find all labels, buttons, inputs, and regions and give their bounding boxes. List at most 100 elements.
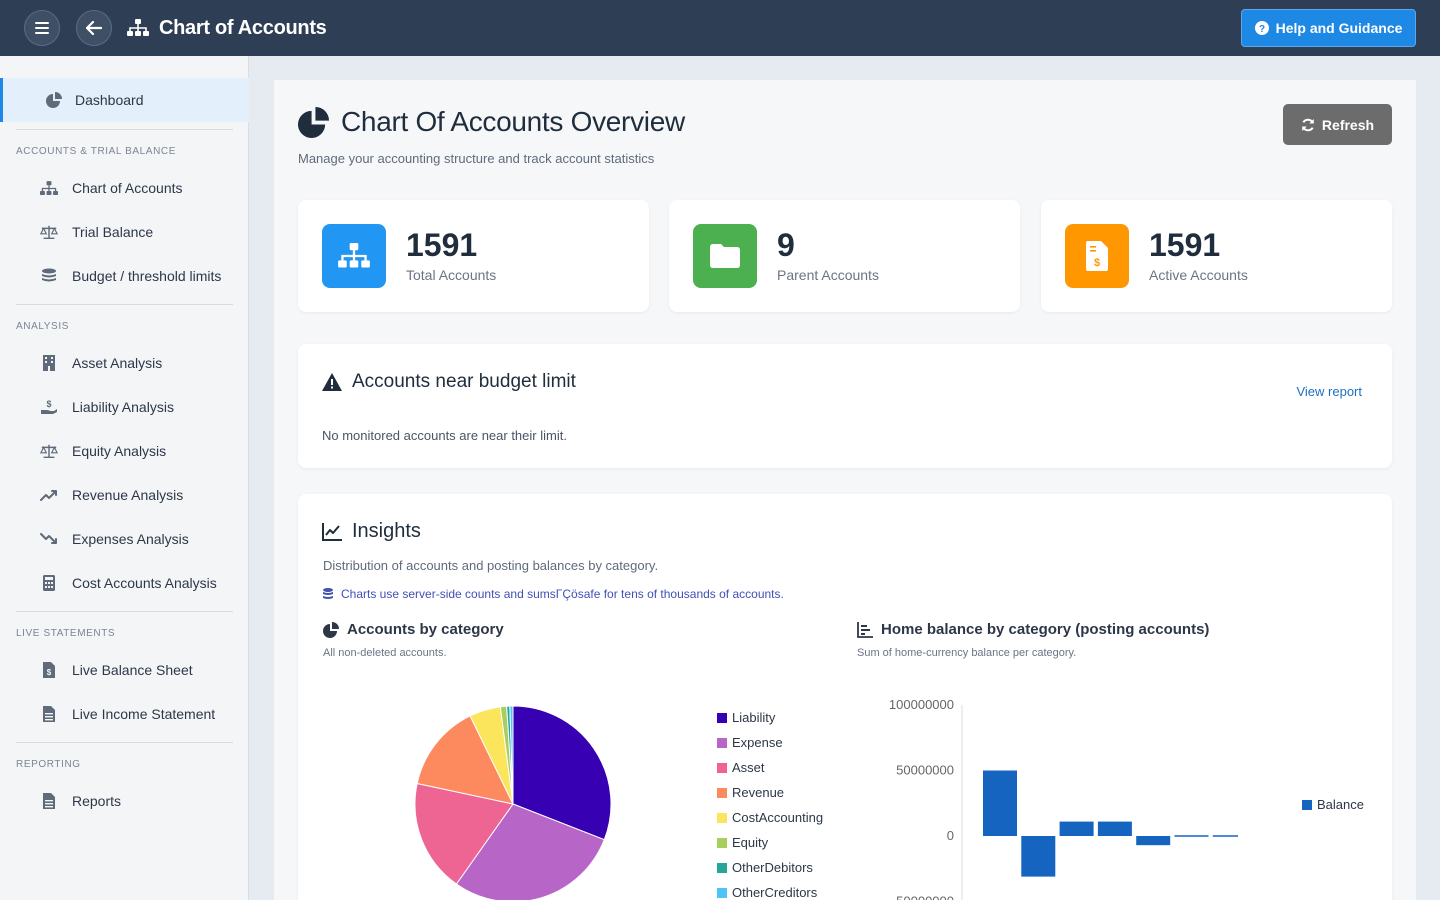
- sidebar-item-reports[interactable]: Reports: [0, 779, 249, 823]
- chart-pie-icon: [298, 106, 329, 138]
- sidebar-item-label: Budget / threshold limits: [72, 268, 222, 284]
- y-tick-label: -50000000: [892, 894, 954, 900]
- sidebar-item-expenses-analysis[interactable]: Expenses Analysis: [0, 517, 249, 561]
- sidebar-section-title: ANALYSIS: [16, 321, 69, 332]
- pie-legend-item[interactable]: Asset: [717, 760, 765, 775]
- pie-legend-item[interactable]: Equity: [717, 835, 768, 850]
- budget-limit-card: Accounts near budget limit View report N…: [298, 344, 1392, 468]
- sync-icon: [1302, 118, 1314, 131]
- legend-swatch: [717, 837, 727, 848]
- view-report-link[interactable]: View report: [1296, 384, 1362, 399]
- refresh-button[interactable]: Refresh: [1283, 104, 1392, 145]
- pie-legend-item[interactable]: Liability: [717, 710, 775, 725]
- file-lines-icon: [40, 792, 58, 810]
- bar-legend-item: Balance: [1302, 797, 1364, 812]
- stat-value: 9: [777, 227, 795, 263]
- stat-card-parent-accounts: 9 Parent Accounts: [669, 200, 1020, 312]
- y-tick-label: 0: [947, 828, 954, 843]
- sidebar: Dashboard ACCOUNTS & TRIAL BALANCE Chart…: [0, 56, 249, 900]
- sidebar-item-label: Reports: [72, 793, 122, 809]
- question-circle-icon: ?: [1254, 21, 1269, 35]
- legend-label: Balance: [1317, 797, 1364, 812]
- chart-line-up-icon: [40, 486, 58, 504]
- sidebar-item-live-income-statement[interactable]: Live Income Statement: [0, 692, 249, 736]
- svg-text:$: $: [47, 668, 52, 677]
- legend-swatch: [717, 812, 727, 823]
- stat-icon-box: $: [1065, 224, 1129, 288]
- balance-scale-icon: [40, 223, 58, 241]
- pie-legend-item[interactable]: OtherDebitors: [717, 860, 813, 875]
- insights-title-group: Insights: [322, 520, 421, 543]
- pie-legend-item[interactable]: Revenue: [717, 785, 784, 800]
- refresh-button-label: Refresh: [1321, 116, 1375, 133]
- sidebar-item-revenue-analysis[interactable]: Revenue Analysis: [0, 473, 249, 517]
- legend-label: OtherDebitors: [732, 860, 813, 875]
- stat-card-active-accounts: $ 1591 Active Accounts: [1041, 200, 1392, 312]
- bar-chart: 100000000 50000000 0 -50000000: [889, 697, 1238, 900]
- sidebar-section-title: LIVE STATEMENTS: [16, 628, 116, 639]
- sidebar-divider: [16, 129, 233, 130]
- stat-label: Total Accounts: [406, 267, 497, 283]
- bar-2[interactable]: [1021, 836, 1056, 877]
- sidebar-divider: [16, 611, 233, 612]
- legend-label: Revenue: [732, 785, 785, 800]
- chart-pie-icon: [45, 91, 63, 109]
- pie-chart-title-group: Accounts by category: [323, 621, 504, 638]
- balance-scale-icon: [40, 442, 58, 460]
- bar-5[interactable]: [1136, 836, 1171, 846]
- sidebar-item-equity-analysis[interactable]: Equity Analysis: [0, 429, 249, 473]
- sidebar-item-asset-analysis[interactable]: Asset Analysis: [0, 341, 249, 385]
- sidebar-item-label: Dashboard: [75, 92, 144, 108]
- insights-note-group: Charts use server-side counts and sumsΓÇ…: [323, 587, 784, 601]
- sidebar-item-liability-analysis[interactable]: $ Liability Analysis: [0, 385, 249, 429]
- chart-pie-icon: [323, 621, 339, 638]
- sidebar-item-label: Liability Analysis: [72, 399, 174, 415]
- chart-line-icon: [322, 522, 342, 541]
- sidebar-divider: [16, 304, 233, 305]
- legend-label: CostAccounting: [732, 810, 824, 825]
- sidebar-item-chart-of-accounts[interactable]: Chart of Accounts: [0, 166, 249, 210]
- pie-legend-item[interactable]: CostAccounting: [717, 810, 823, 825]
- sidebar-item-label: Revenue Analysis: [72, 487, 184, 503]
- menu-button[interactable]: [24, 10, 60, 46]
- legend-swatch: [717, 712, 727, 723]
- sidebar-divider: [16, 742, 233, 743]
- bar-6[interactable]: [1174, 835, 1209, 837]
- help-button[interactable]: ? Help and Guidance: [1241, 9, 1416, 47]
- back-button[interactable]: [76, 10, 112, 46]
- bar-4[interactable]: [1097, 821, 1132, 836]
- page-title: Chart Of Accounts Overview: [341, 106, 685, 137]
- main-panel: Chart Of Accounts Overview Manage your a…: [274, 80, 1416, 900]
- bar-1[interactable]: [983, 770, 1017, 837]
- sidebar-item-label: Trial Balance: [72, 224, 154, 240]
- svg-text:$: $: [1094, 257, 1100, 269]
- sidebar-item-dashboard[interactable]: Dashboard: [0, 78, 249, 122]
- sidebar-item-live-balance-sheet[interactable]: $ Live Balance Sheet: [0, 648, 249, 692]
- insights-subtitle: Distribution of accounts and posting bal…: [323, 558, 659, 573]
- y-tick-label: 100000000: [889, 697, 954, 712]
- budget-title-group: Accounts near budget limit: [322, 371, 576, 393]
- file-invoice-dollar-icon: $: [40, 661, 58, 679]
- stat-value: 1591: [406, 227, 478, 263]
- legend-label: Asset: [732, 760, 765, 775]
- sidebar-item-label: Live Income Statement: [72, 706, 216, 722]
- insights-card: Insights Distribution of accounts and po…: [298, 494, 1392, 900]
- legend-swatch: [717, 862, 727, 873]
- bar-3[interactable]: [1059, 821, 1094, 836]
- page-title-group: Chart Of Accounts Overview: [298, 106, 685, 138]
- sidebar-item-budget[interactable]: Budget / threshold limits: [0, 254, 249, 298]
- legend-swatch: [717, 762, 727, 773]
- bar-7[interactable]: [1212, 835, 1238, 837]
- pie-legend-item[interactable]: OtherCreditors: [717, 885, 817, 900]
- database-icon: [323, 588, 333, 599]
- sidebar-item-trial-balance[interactable]: Trial Balance: [0, 210, 249, 254]
- sitemap-icon: [338, 243, 370, 268]
- sidebar-item-label: Equity Analysis: [72, 443, 167, 459]
- legend-label: Liability: [732, 710, 776, 725]
- stat-label: Parent Accounts: [777, 267, 879, 283]
- pie-legend-item[interactable]: Expense: [717, 735, 783, 750]
- stat-card-total-accounts: 1591 Total Accounts: [298, 200, 649, 312]
- hand-holding-dollar-icon: $: [40, 398, 58, 416]
- sidebar-item-cost-accounts-analysis[interactable]: Cost Accounts Analysis: [0, 561, 249, 605]
- svg-text:$: $: [46, 399, 51, 409]
